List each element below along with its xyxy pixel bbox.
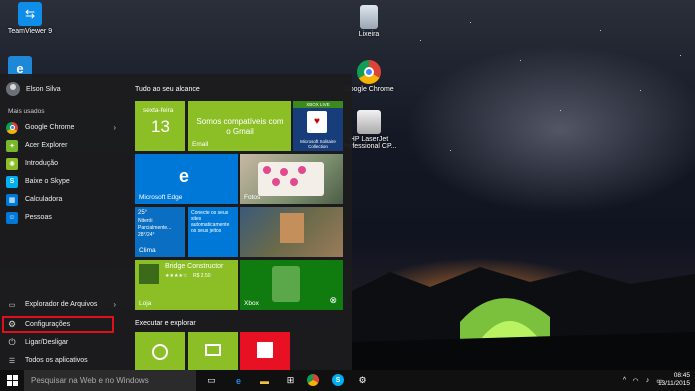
edge-icon[interactable]: e bbox=[231, 373, 246, 388]
groove-music-icon bbox=[152, 344, 168, 360]
app-item-calculadora[interactable]: ▦ Calculadora bbox=[6, 192, 122, 207]
calculator-icon: ▦ bbox=[6, 193, 18, 206]
settings-item[interactable]: ⚙ Configurações bbox=[6, 317, 122, 332]
chrome-icon[interactable] bbox=[307, 374, 319, 386]
calendar-day: sexta-feira bbox=[143, 107, 174, 114]
taskbar: Pesquisar na Web e no Windows ▭ e ▬ ⊞ S … bbox=[0, 370, 695, 391]
user-account[interactable]: Elson Silva bbox=[6, 82, 61, 96]
gear-icon: ⚙ bbox=[7, 319, 17, 329]
tile-groove[interactable] bbox=[135, 332, 185, 370]
file-explorer-item[interactable]: ▭ Explorador de Arquivos › bbox=[6, 297, 122, 312]
clock[interactable]: 08:45 13/11/2015 bbox=[658, 372, 690, 388]
tile-minecraft[interactable] bbox=[240, 207, 343, 257]
tile-label: Loja bbox=[139, 300, 152, 307]
windows-logo-icon bbox=[6, 375, 18, 386]
store-price: R$ 2.50 bbox=[193, 273, 211, 279]
tile-label: Fotos bbox=[244, 194, 261, 201]
clock-time: 08:45 bbox=[673, 372, 690, 379]
people-icon: ☺ bbox=[6, 211, 18, 224]
app-item-skype[interactable]: S Baixe o Skype bbox=[6, 174, 122, 189]
skype-icon[interactable]: S bbox=[332, 374, 344, 386]
chevron-right-icon[interactable]: › bbox=[113, 300, 116, 309]
chevron-right-icon[interactable]: › bbox=[113, 123, 116, 132]
tile-store[interactable]: Bridge Constructor ★★★★☆ R$ 2.50 Loja bbox=[135, 260, 238, 310]
folder-icon: ▭ bbox=[8, 301, 16, 309]
photo-cake-image bbox=[258, 162, 324, 196]
xbox-live-badge: XBOX LIVE bbox=[293, 101, 343, 108]
weather-temp: 25° bbox=[138, 210, 148, 216]
app-item-acer-explorer[interactable]: ✦ Acer Explorer bbox=[6, 138, 122, 153]
app-item-introducao[interactable]: ✺ Introdução bbox=[6, 156, 122, 171]
start-menu-left-pane: Elson Silva Mais usados Google Chrome › … bbox=[0, 74, 128, 370]
tent-landscape bbox=[350, 267, 695, 372]
flipboard-icon bbox=[257, 342, 273, 358]
tile-mail[interactable]: Somos compatíveis com o Gmail Email bbox=[188, 101, 291, 151]
app-item-chrome[interactable]: Google Chrome › bbox=[6, 120, 122, 135]
most-used-label: Mais usados bbox=[8, 108, 45, 115]
clock-date: 13/11/2015 bbox=[657, 380, 690, 387]
task-view-icon[interactable]: ▭ bbox=[204, 373, 219, 388]
folder-icon[interactable]: ▬ bbox=[257, 373, 272, 388]
tile-calendar[interactable]: sexta-feira 13 bbox=[135, 101, 185, 151]
store-rating: ★★★★☆ bbox=[165, 273, 188, 279]
desktop-icon-teamviewer[interactable]: ⇆ TeamViewer 9 bbox=[0, 2, 60, 35]
skype-icon: S bbox=[6, 175, 18, 188]
lightbulb-icon: ✺ bbox=[6, 157, 18, 170]
tile-connect[interactable]: Conecte os seus sites automaticamente os… bbox=[188, 207, 238, 257]
xbox-icon: ⊗ bbox=[329, 295, 337, 305]
start-button[interactable] bbox=[0, 370, 24, 391]
chrome-icon bbox=[357, 60, 381, 84]
store-app-thumbnail bbox=[139, 264, 159, 284]
acer-icon: ✦ bbox=[6, 139, 18, 152]
power-item[interactable]: ⏻ Ligar/Desligar bbox=[6, 335, 122, 350]
mail-text: Somos compatíveis com o Gmail bbox=[196, 117, 284, 136]
all-apps-item[interactable]: ☰ Todos os aplicativos bbox=[6, 353, 122, 368]
avatar bbox=[6, 82, 20, 96]
start-menu: Elson Silva Mais usados Google Chrome › … bbox=[0, 74, 352, 370]
search-input[interactable]: Pesquisar na Web e no Windows bbox=[24, 370, 196, 391]
weather-desc: Parcialmente... bbox=[138, 225, 172, 231]
tile-photos[interactable]: Fotos bbox=[240, 154, 343, 204]
store-app-title: Bridge Constructor bbox=[165, 263, 224, 270]
tile-group-label: Tudo ao seu alcance bbox=[135, 86, 200, 93]
chrome-icon bbox=[6, 121, 18, 134]
teamviewer-icon: ⇆ bbox=[18, 2, 42, 26]
store-icon[interactable]: ⊞ bbox=[283, 373, 298, 388]
minecraft-character-image bbox=[280, 213, 304, 243]
weather-place: Niterói bbox=[138, 218, 153, 224]
tile-group-label: Executar e explorar bbox=[135, 320, 196, 327]
printer-icon bbox=[357, 110, 381, 134]
tile-solitaire[interactable]: XBOX LIVE ♥ Microsoft Solitaire Collecti… bbox=[293, 101, 343, 151]
tile-xbox[interactable]: ⊗ Xbox bbox=[240, 260, 343, 310]
tile-label: Microsoft Solitaire Collection bbox=[300, 139, 336, 149]
tile-label: Clima bbox=[139, 247, 156, 254]
tile-edge[interactable]: e Microsoft Edge bbox=[135, 154, 238, 204]
tile-weather[interactable]: 25° Niterói Parcialmente... 28°/24° Clim… bbox=[135, 207, 185, 257]
edge-icon: e bbox=[179, 166, 190, 186]
xbox-avatar-image bbox=[272, 266, 300, 302]
tile-label: Xbox bbox=[244, 300, 259, 307]
user-name: Elson Silva bbox=[26, 85, 61, 93]
connect-text: Conecte os seus sites automaticamente os… bbox=[191, 210, 230, 234]
tile-movies[interactable] bbox=[188, 332, 238, 370]
tile-flipboard[interactable] bbox=[240, 332, 290, 370]
app-item-pessoas[interactable]: ☺ Pessoas bbox=[6, 210, 122, 225]
gear-icon[interactable]: ⚙ bbox=[355, 373, 370, 388]
cards-icon: ♥ bbox=[307, 111, 327, 133]
list-icon: ☰ bbox=[8, 357, 16, 365]
desktop-icon-recycle-bin[interactable]: Lixeira bbox=[339, 5, 399, 38]
film-icon bbox=[205, 344, 221, 356]
recycle-bin-icon bbox=[360, 5, 378, 29]
tile-label: Microsoft Edge bbox=[139, 194, 183, 201]
power-icon: ⏻ bbox=[8, 337, 16, 347]
weather-range: 28°/24° bbox=[138, 232, 155, 238]
calendar-date: 13 bbox=[151, 117, 170, 136]
tile-label: Email bbox=[192, 141, 209, 148]
tiles-pane: Tudo ao seu alcance sexta-feira 13 Somos… bbox=[133, 74, 348, 370]
